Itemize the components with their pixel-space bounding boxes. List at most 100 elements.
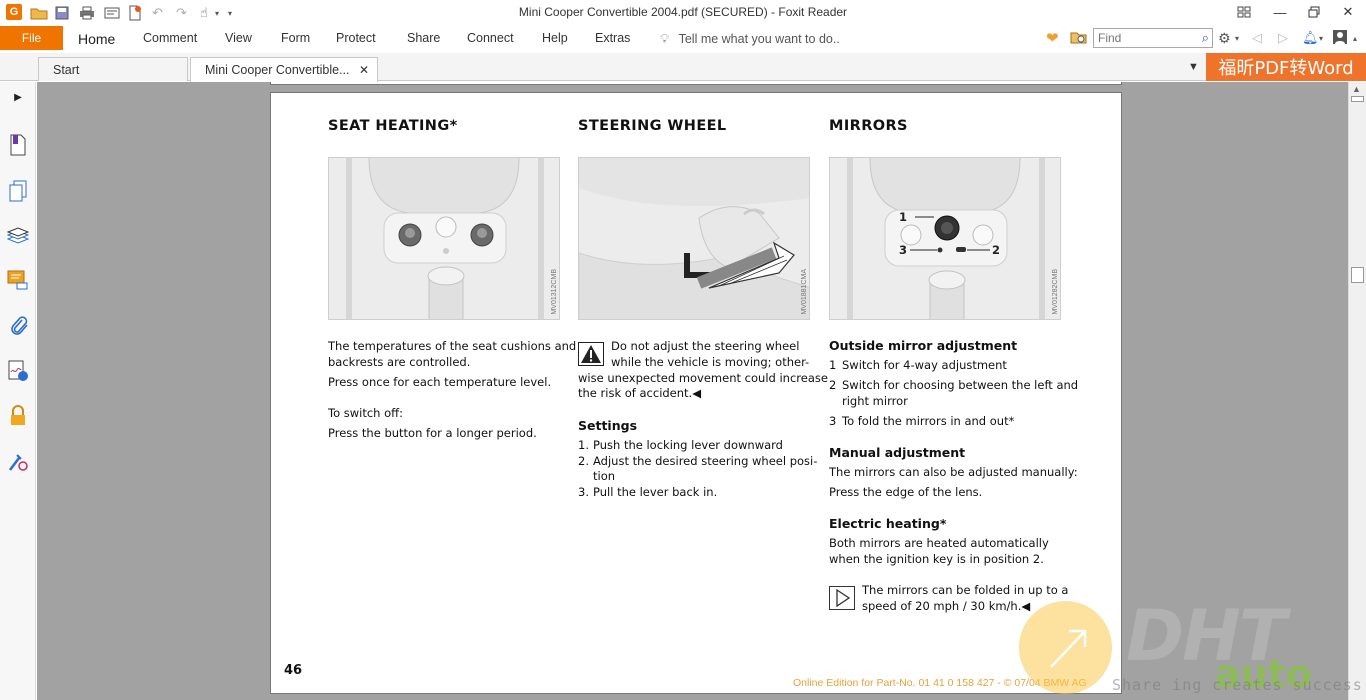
notification-dropdown-icon[interactable]: ▾ bbox=[1319, 34, 1323, 43]
warning-triangle-icon bbox=[578, 342, 604, 366]
menu-connect[interactable]: Connect bbox=[467, 31, 514, 45]
close-tab-icon[interactable]: ✕ bbox=[359, 63, 369, 77]
previous-page-edge bbox=[270, 82, 1122, 85]
settings-step-3: 3. Pull the lever back in. bbox=[578, 484, 717, 500]
tab-document-label: Mini Cooper Convertible... bbox=[205, 63, 350, 77]
comments-icon[interactable] bbox=[6, 268, 30, 292]
steering-lever-image bbox=[579, 158, 809, 319]
bookmarks-icon[interactable] bbox=[6, 133, 30, 157]
seat-heating-paragraph-4: Press the button for a longer period. bbox=[328, 426, 537, 440]
vertical-scrollbar[interactable]: ▲ bbox=[1348, 82, 1366, 700]
pdf-page: SEAT HEATING* MV01312CMB The temperature… bbox=[270, 92, 1122, 694]
tabs-dropdown-icon[interactable]: ▼ bbox=[1188, 61, 1199, 73]
seat-heating-paragraph-3: To switch off: bbox=[328, 406, 403, 420]
scroll-position-marker bbox=[1351, 96, 1364, 102]
settings-gear-icon[interactable]: ⚙︎ bbox=[1218, 30, 1231, 47]
steering-wheel-figure: MV01881CMA bbox=[578, 157, 810, 320]
search-folder-icon[interactable] bbox=[1070, 30, 1088, 48]
mirrors-heading: MIRRORS bbox=[829, 118, 908, 134]
seat-heating-heading: SEAT HEATING* bbox=[328, 118, 458, 134]
watermark-logo bbox=[1019, 601, 1112, 694]
mirror-switches-image bbox=[830, 158, 1060, 319]
document-tabs: Start Mini Cooper Convertible... ✕ ▼ bbox=[0, 53, 1366, 82]
steering-figure-code: MV01881CMA bbox=[801, 269, 808, 315]
page-thumbnails-icon[interactable] bbox=[6, 179, 30, 203]
lightbulb-icon: 💡︎ bbox=[660, 31, 670, 46]
tab-document[interactable]: Mini Cooper Convertible... ✕ bbox=[190, 57, 378, 82]
attachments-paperclip-icon[interactable] bbox=[6, 314, 30, 338]
note-arrow-icon bbox=[829, 586, 855, 610]
menu-home[interactable]: Home bbox=[78, 31, 115, 47]
manual-adjustment-paragraph-2: Press the edge of the lens. bbox=[829, 485, 983, 499]
search-icon[interactable]: ⌕ bbox=[1202, 30, 1209, 46]
collapse-ribbon-icon[interactable]: ▴ bbox=[1353, 34, 1357, 43]
menu-view[interactable]: View bbox=[225, 31, 252, 45]
tile-windows-icon[interactable] bbox=[1230, 2, 1258, 22]
open-folder-icon[interactable] bbox=[30, 4, 48, 22]
foxit-logo-icon: G bbox=[6, 4, 22, 20]
settings-step-2: 2. Adjust the desired steering wheel posi… bbox=[578, 453, 817, 469]
scroll-up-arrow-icon[interactable]: ▲ bbox=[1352, 84, 1361, 94]
page-number: 46 bbox=[284, 663, 303, 678]
print-icon[interactable] bbox=[79, 4, 95, 22]
navigation-panel: ▶ bbox=[0, 82, 36, 700]
close-window-button[interactable]: ✕ bbox=[1334, 2, 1362, 22]
layers-icon[interactable] bbox=[6, 224, 30, 248]
settings-dropdown-icon[interactable]: ▾ bbox=[1235, 34, 1239, 43]
tell-me-search[interactable]: 💡︎ Tell me what you want to do.. bbox=[660, 31, 840, 47]
settings-step-1: 1. Push the locking lever downward bbox=[578, 437, 783, 453]
pdf-to-word-promo[interactable]: 福昕PDF转Word bbox=[1206, 53, 1366, 81]
next-icon[interactable]: ▷ bbox=[1278, 30, 1288, 46]
item-text: Switch for choosing between the left and bbox=[842, 378, 1079, 392]
warning-line-4: the risk of accident.◀ bbox=[578, 386, 702, 400]
minimize-button[interactable]: — bbox=[1266, 2, 1294, 22]
menu-extras[interactable]: Extras bbox=[595, 31, 630, 45]
security-lock-icon[interactable] bbox=[6, 404, 30, 428]
warning-line-2: while the vehicle is moving; other- bbox=[611, 355, 810, 369]
tab-start-label: Start bbox=[53, 63, 80, 77]
item-text: To fold the mirrors in and out* bbox=[842, 414, 1015, 428]
user-account-icon[interactable] bbox=[1333, 30, 1347, 47]
hand-tool-icon[interactable]: ☝ bbox=[200, 4, 208, 22]
mirror-callout-2: 2 bbox=[992, 243, 1001, 257]
seat-heating-switches-image bbox=[329, 158, 559, 319]
menu-comment[interactable]: Comment bbox=[143, 31, 197, 45]
file-menu-button[interactable]: File bbox=[0, 26, 63, 50]
new-document-icon[interactable] bbox=[128, 4, 142, 22]
menu-share[interactable]: Share bbox=[407, 31, 440, 45]
settings-step-2-continued: tion bbox=[593, 469, 616, 483]
outside-item-3: 3 To fold the mirrors in and out* bbox=[829, 413, 1014, 429]
tell-me-text: Tell me what you want to do.. bbox=[678, 32, 840, 46]
undo-icon[interactable]: ↶ bbox=[152, 4, 163, 22]
certify-icon[interactable] bbox=[6, 450, 30, 474]
menu-form[interactable]: Form bbox=[281, 31, 310, 45]
steering-wheel-heading: STEERING WHEEL bbox=[578, 118, 727, 134]
step-number: 3. bbox=[578, 485, 589, 499]
restore-button[interactable] bbox=[1300, 2, 1328, 22]
notification-bell-icon[interactable]: 🔔︎ bbox=[1302, 30, 1319, 46]
properties-icon[interactable] bbox=[104, 4, 120, 22]
item-number: 2 bbox=[829, 378, 837, 392]
tab-start[interactable]: Start bbox=[38, 57, 188, 81]
save-icon[interactable] bbox=[55, 4, 69, 22]
step-number: 2. bbox=[578, 454, 589, 468]
seat-figure-code: MV01312CMB bbox=[551, 269, 558, 315]
step-text: Adjust the desired steering wheel posi- bbox=[593, 454, 818, 468]
menu-help[interactable]: Help bbox=[542, 31, 568, 45]
find-input[interactable] bbox=[1094, 29, 1190, 47]
previous-icon[interactable]: ◁ bbox=[1252, 30, 1262, 46]
mirrors-figure-code: MV01282CMB bbox=[1052, 269, 1059, 315]
heart-icon[interactable]: ❤︎ bbox=[1046, 29, 1059, 47]
signatures-icon[interactable] bbox=[6, 359, 30, 383]
menu-protect[interactable]: Protect bbox=[336, 31, 376, 45]
scrollbar-thumb[interactable] bbox=[1351, 267, 1364, 283]
note-line-2: speed of 20 mph / 30 km/h.◀ bbox=[862, 599, 1031, 613]
find-field[interactable]: ⌕ bbox=[1093, 28, 1213, 48]
item-text: Switch for 4-way adjustment bbox=[842, 358, 1007, 372]
mirrors-figure: 1 2 3 MV01282CMB bbox=[829, 157, 1061, 320]
expand-panel-icon[interactable]: ▶ bbox=[6, 85, 30, 109]
redo-icon[interactable]: ↷ bbox=[176, 4, 187, 22]
customize-toolbar-icon[interactable]: ▾ bbox=[228, 4, 232, 22]
seat-heating-figure: MV01312CMB bbox=[328, 157, 560, 320]
hand-tool-dropdown-icon[interactable]: ▾ bbox=[215, 4, 219, 22]
